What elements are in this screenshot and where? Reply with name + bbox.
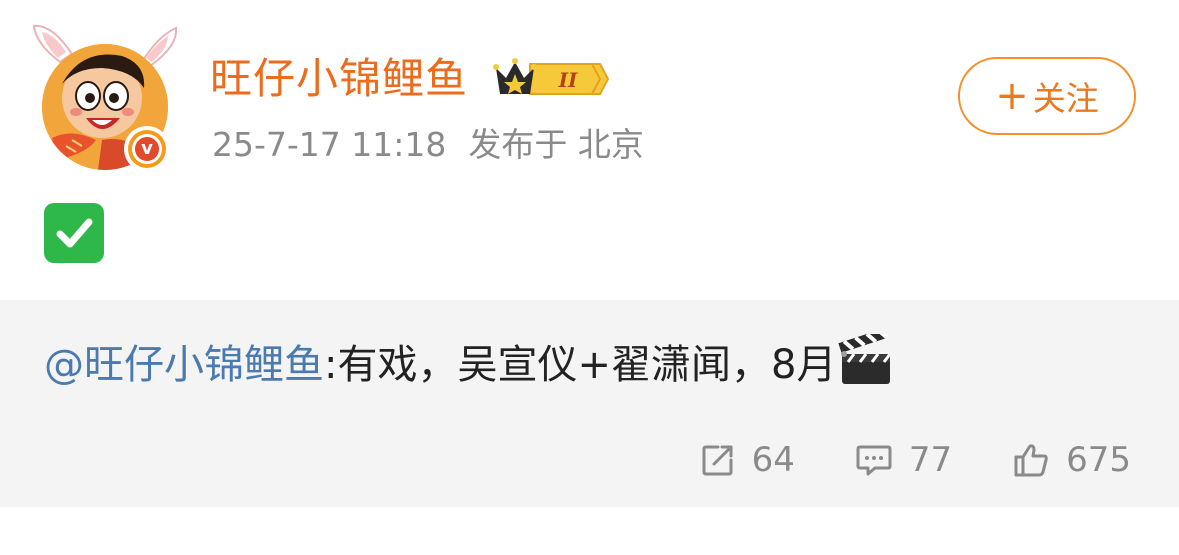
clapper-board-icon xyxy=(838,334,892,384)
share-icon xyxy=(702,445,733,476)
repost-card[interactable]: @旺仔小锦鲤鱼:有戏，吴宣仪+翟潇闻，8月 64 77 675 xyxy=(0,300,1179,507)
repost-text: :有戏，吴宣仪+翟潇闻，8月 xyxy=(324,342,837,388)
thumbs-up-icon xyxy=(1014,444,1048,477)
mention-link[interactable]: @旺仔小锦鲤鱼 xyxy=(44,342,324,388)
check-mark-button-icon xyxy=(44,203,104,263)
comment-button[interactable]: 77 xyxy=(855,440,952,480)
share-count: 64 xyxy=(751,440,795,480)
like-count: 675 xyxy=(1066,440,1131,480)
plus-icon: + xyxy=(995,73,1029,119)
follow-button[interactable]: + 关注 xyxy=(958,57,1136,135)
post-meta: 25-7-17 11:18 发布于 北京 xyxy=(212,120,644,170)
repost-body: @旺仔小锦鲤鱼:有戏，吴宣仪+翟潇闻，8月 xyxy=(44,334,894,392)
avatar-container[interactable]: v xyxy=(30,14,180,174)
post-location: 发布于 北京 xyxy=(468,125,644,164)
repost-actions: 64 77 675 xyxy=(700,435,1131,485)
like-button[interactable]: 675 xyxy=(1012,440,1131,480)
follow-button-label: 关注 xyxy=(1032,79,1099,118)
comment-count: 77 xyxy=(908,440,953,480)
vip-crown-badge-icon[interactable]: II xyxy=(492,56,610,102)
next-content-cutoff xyxy=(0,507,1179,555)
comment-icon xyxy=(856,445,892,476)
weibo-post: v 旺仔小锦鲤鱼 II 25-7-17 11:18 发布于 北京 + 关注 xyxy=(0,0,1179,300)
vip-level-label: II xyxy=(558,68,578,92)
share-button[interactable]: 64 xyxy=(700,440,795,480)
verified-badge-icon: v xyxy=(124,126,170,172)
post-timestamp: 25-7-17 11:18 xyxy=(212,125,447,164)
username[interactable]: 旺仔小锦鲤鱼 xyxy=(210,54,468,104)
